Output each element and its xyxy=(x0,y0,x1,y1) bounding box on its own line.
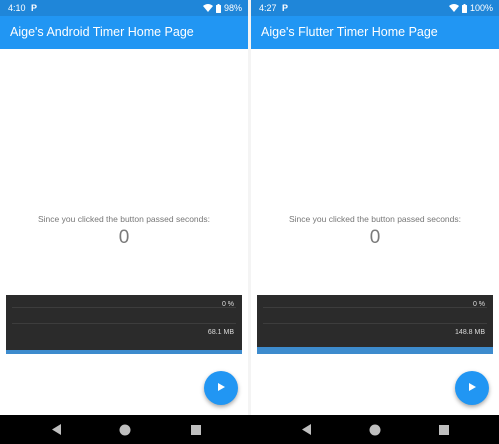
status-bar: 4:27 P 100% xyxy=(251,0,499,16)
perf-divider xyxy=(263,307,487,308)
start-timer-button[interactable] xyxy=(204,371,238,405)
recents-icon[interactable] xyxy=(189,423,202,436)
perf-divider xyxy=(12,323,236,324)
counter-caption: Since you clicked the button passed seco… xyxy=(38,214,210,224)
page-title: Aige's Flutter Timer Home Page xyxy=(261,25,438,39)
home-icon[interactable] xyxy=(368,423,381,436)
flutter-screen: 4:27 P 100% Aige's Flutter Timer Home Pa… xyxy=(251,0,499,415)
cpu-usage: 0 % xyxy=(221,301,234,308)
notification-icon: P xyxy=(282,3,289,13)
back-icon[interactable] xyxy=(300,423,313,436)
perf-divider xyxy=(12,307,236,308)
app-bar: Aige's Flutter Timer Home Page xyxy=(251,16,499,49)
wifi-icon xyxy=(202,4,213,12)
counter-caption: Since you clicked the button passed seco… xyxy=(289,214,461,224)
memory-bar xyxy=(6,350,242,354)
start-timer-button[interactable] xyxy=(455,371,489,405)
battery-level: 98% xyxy=(223,3,242,13)
app-bar: Aige's Android Timer Home Page xyxy=(0,16,248,49)
status-time: 4:27 xyxy=(259,3,277,13)
wifi-icon xyxy=(448,4,459,12)
play-icon xyxy=(467,379,477,397)
cpu-usage: 0 % xyxy=(472,301,485,308)
memory-usage: 148.8 MB xyxy=(455,329,485,336)
status-time: 4:10 xyxy=(8,3,26,13)
status-bar: 4:10 P 98% xyxy=(0,0,248,16)
back-icon[interactable] xyxy=(50,423,63,436)
seconds-counter: 0 xyxy=(118,227,130,248)
performance-overlay: 0 % 68.1 MB xyxy=(6,295,242,354)
memory-bar xyxy=(257,347,493,354)
battery-icon xyxy=(461,3,467,13)
seconds-counter: 0 xyxy=(369,227,381,248)
recents-icon[interactable] xyxy=(437,423,450,436)
home-icon[interactable] xyxy=(118,423,131,436)
play-icon xyxy=(216,379,226,397)
memory-usage: 68.1 MB xyxy=(207,329,234,336)
navigation-bar xyxy=(0,415,499,444)
battery-icon xyxy=(215,3,221,13)
battery-level: 100% xyxy=(469,3,493,13)
notification-icon: P xyxy=(31,3,38,13)
page-title: Aige's Android Timer Home Page xyxy=(10,25,194,39)
performance-overlay: 0 % 148.8 MB xyxy=(257,295,493,354)
perf-divider xyxy=(263,323,487,324)
android-screen: 4:10 P 98% Aige's Android Timer Home Pag… xyxy=(0,0,248,415)
